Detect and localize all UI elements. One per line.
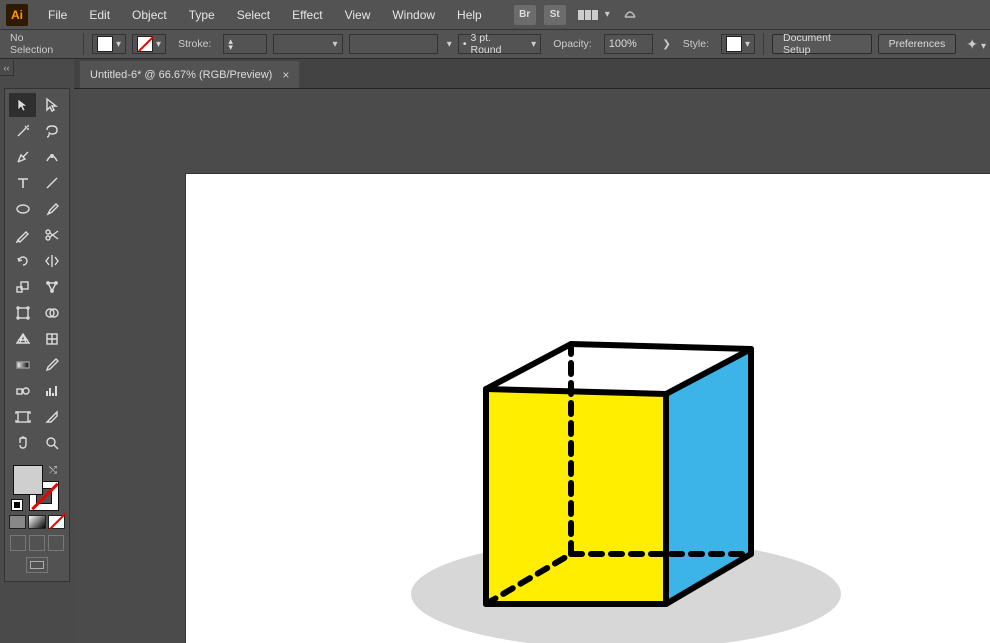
column-graph-tool[interactable]: [38, 379, 65, 403]
menu-select[interactable]: Select: [227, 2, 280, 28]
document-setup-button[interactable]: Document Setup: [772, 34, 872, 54]
draw-behind[interactable]: [29, 535, 45, 551]
draw-normal[interactable]: [10, 535, 26, 551]
swap-fill-stroke-icon[interactable]: ⤭: [49, 465, 57, 476]
cube-face-front: [486, 389, 666, 604]
chevron-down-icon: ▾: [745, 39, 750, 50]
app-logo: Ai: [6, 4, 28, 26]
selection-status: No Selection: [4, 32, 75, 56]
magic-wand-tool[interactable]: [9, 119, 36, 143]
brush-profile-label: 3 pt. Round: [471, 32, 525, 56]
style-swatch: [726, 36, 742, 52]
chevron-down-icon: ▾: [605, 9, 610, 20]
zoom-tool[interactable]: [38, 431, 65, 455]
arrange-documents[interactable]: ▾: [578, 9, 610, 20]
tools-panel: ⤭: [4, 88, 70, 582]
menu-effect[interactable]: Effect: [282, 2, 332, 28]
screen-mode[interactable]: [9, 557, 65, 573]
menu-window[interactable]: Window: [382, 2, 445, 28]
eyedropper-tool[interactable]: [38, 353, 65, 377]
stroke-swatch-picker[interactable]: ▾: [132, 34, 166, 54]
hand-tool[interactable]: [9, 431, 36, 455]
artboard-tool[interactable]: [9, 405, 36, 429]
curvature-tool[interactable]: [38, 145, 65, 169]
menu-file[interactable]: File: [38, 2, 77, 28]
stock-button[interactable]: St: [544, 5, 566, 25]
app-menubar: Ai File Edit Object Type Select Effect V…: [0, 0, 990, 29]
opacity-label: Opacity:: [547, 38, 598, 50]
align-flyout-icon[interactable]: ✦▾: [966, 36, 986, 53]
document-tabstrip: Untitled-6* @ 66.67% (RGB/Preview) ×: [74, 59, 990, 89]
artboard[interactable]: [186, 174, 990, 643]
direct-selection-tool[interactable]: [38, 93, 65, 117]
style-label: Style:: [677, 38, 715, 50]
canvas-stage[interactable]: [74, 89, 990, 643]
close-tab-icon[interactable]: ×: [282, 68, 289, 82]
line-segment-tool[interactable]: [38, 171, 65, 195]
menu-edit[interactable]: Edit: [79, 2, 120, 28]
shape-builder-tool[interactable]: [38, 301, 65, 325]
control-bar: No Selection ▾ ▾ Stroke: ▴▾ ▾ ▾ • 3 pt. …: [0, 29, 990, 59]
reflect-tool[interactable]: [38, 249, 65, 273]
document-tab-title: Untitled-6* @ 66.67% (RGB/Preview): [90, 69, 272, 81]
draw-inside[interactable]: [48, 535, 64, 551]
menu-object[interactable]: Object: [122, 2, 177, 28]
fill-swatch: [97, 36, 113, 52]
graphic-style-picker[interactable]: ▾: [721, 34, 755, 54]
free-transform-tool[interactable]: [9, 301, 36, 325]
fill-color-box[interactable]: [13, 465, 43, 495]
opacity-flyout-icon[interactable]: ❯: [662, 39, 670, 50]
color-mode-solid[interactable]: [9, 515, 26, 529]
fill-stroke-indicator[interactable]: ⤭: [9, 463, 65, 513]
color-mode-none[interactable]: [48, 515, 65, 529]
perspective-grid-tool[interactable]: [9, 327, 36, 351]
menu-view[interactable]: View: [335, 2, 381, 28]
paintbrush-tool[interactable]: [38, 197, 65, 221]
brush-bullet: •: [463, 38, 467, 50]
stroke-weight-field[interactable]: ▴▾: [223, 34, 267, 54]
bridge-button[interactable]: Br: [514, 5, 536, 25]
scale-tool[interactable]: [9, 275, 36, 299]
chevron-down-icon: ▾: [156, 39, 161, 50]
arrange-documents-icon: [578, 10, 598, 20]
opacity-field[interactable]: 100%: [604, 34, 654, 54]
stroke-swatch-none: [137, 36, 153, 52]
gradient-tool[interactable]: [9, 353, 36, 377]
color-mode-row: [9, 515, 65, 529]
artwork: [186, 174, 990, 643]
selection-tool[interactable]: [9, 93, 36, 117]
lasso-tool[interactable]: [38, 119, 65, 143]
puppet-warp-tool[interactable]: [38, 275, 65, 299]
draw-modes: [9, 535, 65, 551]
brush-profile-select[interactable]: • 3 pt. Round ▾: [458, 34, 541, 54]
mesh-tool[interactable]: [38, 327, 65, 351]
ellipse-tool[interactable]: [9, 197, 36, 221]
chevron-down-icon: ▾: [531, 39, 536, 50]
menu-type[interactable]: Type: [179, 2, 225, 28]
preferences-button[interactable]: Preferences: [878, 34, 957, 54]
blend-tool[interactable]: [9, 379, 36, 403]
gpu-preview-icon[interactable]: [622, 5, 638, 24]
fill-swatch-picker[interactable]: ▾: [92, 34, 126, 54]
menu-help[interactable]: Help: [447, 2, 492, 28]
scissors-tool[interactable]: [38, 223, 65, 247]
chevron-down-icon: ▾: [116, 39, 121, 50]
variable-width-profile[interactable]: ▾: [273, 34, 342, 54]
rotate-tool[interactable]: [9, 249, 36, 273]
panel-collapse-toggle[interactable]: ‹‹: [0, 60, 14, 76]
color-mode-gradient[interactable]: [28, 515, 45, 529]
chevron-down-icon: ▾: [447, 39, 452, 50]
brush-definition[interactable]: [349, 34, 438, 54]
document-tab[interactable]: Untitled-6* @ 66.67% (RGB/Preview) ×: [80, 61, 299, 88]
pencil-tool[interactable]: [9, 223, 36, 247]
pen-tool[interactable]: [9, 145, 36, 169]
type-tool[interactable]: [9, 171, 36, 195]
default-fill-stroke-icon[interactable]: [11, 499, 23, 511]
slice-tool[interactable]: [38, 405, 65, 429]
stroke-label: Stroke:: [172, 38, 217, 50]
